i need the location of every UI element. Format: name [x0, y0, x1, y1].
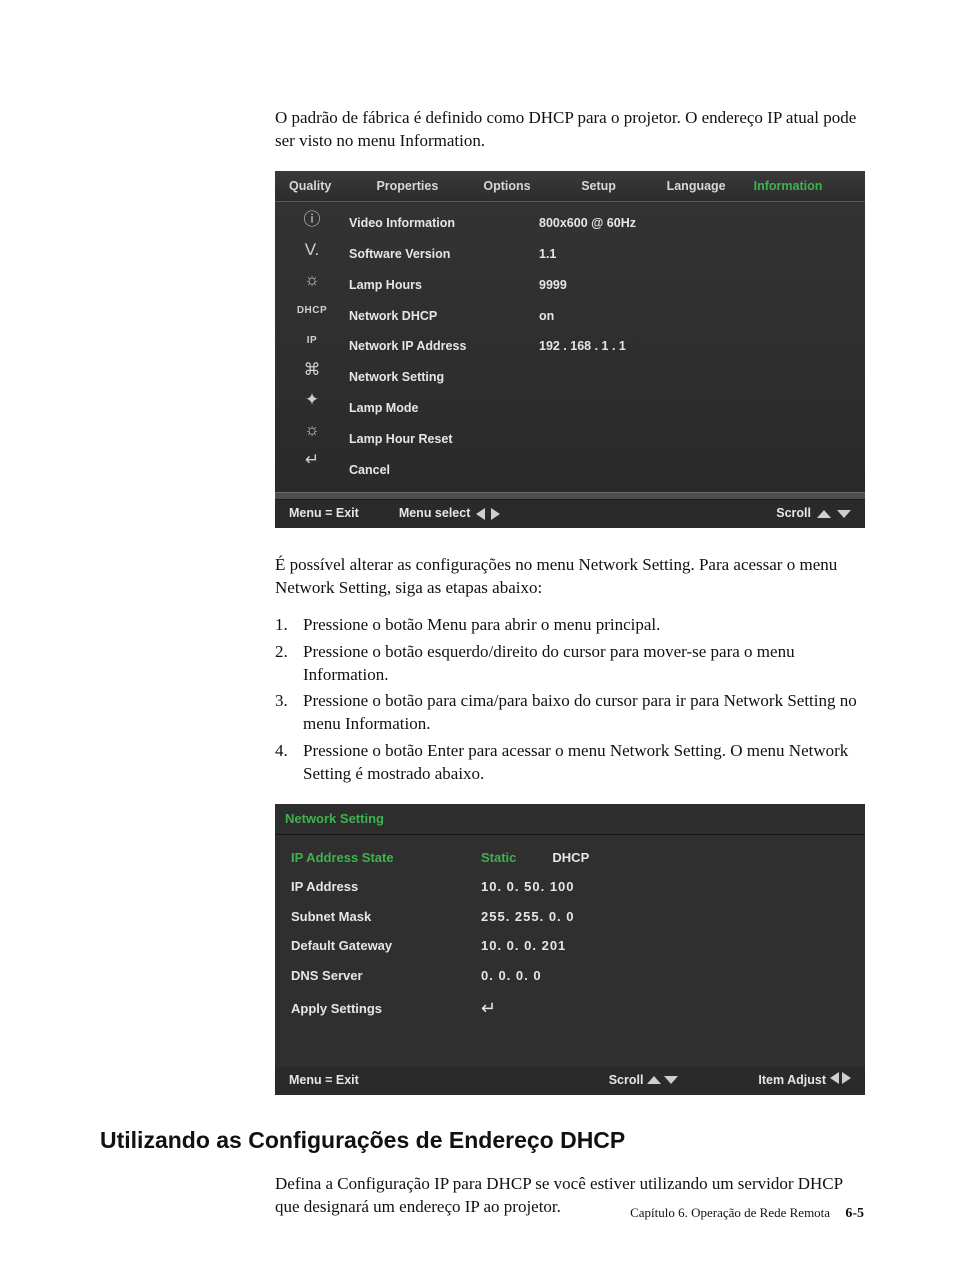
osd-item-label[interactable]: Video Information — [349, 208, 539, 239]
osd-item-value — [539, 393, 865, 424]
steps-list: 1. Pressione o botão Menu para abrir o me… — [275, 614, 864, 787]
triangle-up-icon — [817, 510, 831, 518]
row-subnet-mask[interactable]: Subnet Mask 255. 255. 0. 0 — [291, 902, 849, 932]
status-scroll: Scroll — [609, 1073, 644, 1087]
row-value: 10. 0. 50. 100 — [481, 878, 575, 896]
step-text: Pressione o botão para cima/para baixo d… — [303, 690, 864, 736]
row-value: 0. 0. 0. 0 — [481, 967, 542, 985]
triangle-down-icon — [664, 1076, 678, 1084]
dhcp-icon: DHCP — [300, 300, 324, 322]
osd-item-label[interactable]: Lamp Hours — [349, 270, 539, 301]
enter-icon: ↵ — [481, 996, 497, 1020]
info-icon: ⓘ — [300, 210, 324, 232]
status-exit: Menu = Exit — [289, 505, 359, 522]
option-dhcp[interactable]: DHCP — [552, 849, 589, 867]
row-label: Subnet Mask — [291, 908, 481, 926]
osd-item-value: 9999 — [539, 270, 865, 301]
osd-items: Video Information800x600 @ 60Hz Software… — [349, 202, 865, 492]
step-number: 1. — [275, 614, 293, 637]
triangle-right-icon — [491, 508, 500, 520]
osd-item-value — [539, 424, 865, 455]
osd-information-menu: Quality Properties Options Setup Languag… — [275, 171, 865, 528]
osd-tabs: Quality Properties Options Setup Languag… — [275, 171, 865, 202]
row-dns-server[interactable]: DNS Server 0. 0. 0. 0 — [291, 961, 849, 991]
osd-item-label[interactable]: Lamp Hour Reset — [349, 424, 539, 455]
step-number: 2. — [275, 641, 293, 687]
tab-quality[interactable]: Quality — [275, 171, 345, 201]
page-footer: Capítulo 6. Operação de Rede Remota 6-5 — [630, 1204, 864, 1224]
row-value: 255. 255. 0. 0 — [481, 908, 575, 926]
osd-item-label[interactable]: Network Setting — [349, 362, 539, 393]
row-label: IP Address — [291, 878, 481, 896]
ip-icon: IP — [300, 330, 324, 352]
footer-page-number: 6-5 — [845, 1206, 864, 1221]
triangle-down-icon — [837, 510, 851, 518]
row-label: IP Address State — [291, 849, 481, 867]
row-ip-address-state[interactable]: IP Address State Static DHCP — [291, 843, 849, 873]
osd-item-label[interactable]: Cancel — [349, 455, 539, 486]
triangle-right-icon — [842, 1072, 851, 1084]
tab-properties[interactable]: Properties — [345, 171, 469, 201]
row-label: DNS Server — [291, 967, 481, 985]
option-static[interactable]: Static — [481, 849, 516, 867]
osd-item-label[interactable]: Lamp Mode — [349, 393, 539, 424]
row-apply-settings[interactable]: Apply Settings ↵ — [291, 990, 849, 1026]
osd2-title: Network Setting — [275, 804, 865, 835]
triangle-up-icon — [647, 1076, 661, 1084]
osd-item-value: on — [539, 301, 865, 332]
osd-network-setting: Network Setting IP Address State Static … — [275, 804, 865, 1095]
status-exit: Menu = Exit — [289, 1073, 359, 1087]
osd-item-label[interactable]: Software Version — [349, 239, 539, 270]
intro-paragraph: O padrão de fábrica é definido como DHCP… — [275, 107, 864, 153]
osd2-statusbar: Menu = Exit Scroll Item Adjust — [275, 1067, 865, 1095]
row-label: Apply Settings — [291, 1000, 481, 1018]
step-number: 3. — [275, 690, 293, 736]
status-select: Menu select — [399, 505, 471, 522]
section-heading: Utilizando as Configurações de Endereço … — [100, 1125, 864, 1156]
return-icon: ↵ — [300, 450, 324, 472]
tab-language[interactable]: Language — [653, 171, 740, 201]
tab-options[interactable]: Options — [469, 171, 544, 201]
triangle-left-icon — [476, 508, 485, 520]
row-default-gateway[interactable]: Default Gateway 10. 0. 0. 201 — [291, 931, 849, 961]
osd-item-value — [539, 455, 865, 486]
tab-information[interactable]: Information — [740, 171, 837, 201]
row-ip-address[interactable]: IP Address 10. 0. 50. 100 — [291, 872, 849, 902]
osd-icon-column: ⓘ V. ☼ DHCP IP ⌘ ✦ ☼ ↵ — [275, 202, 349, 492]
tab-setup[interactable]: Setup — [545, 171, 653, 201]
step-number: 4. — [275, 740, 293, 786]
status-scroll: Scroll — [776, 505, 811, 522]
version-icon: V. — [300, 240, 324, 262]
footer-chapter: Capítulo 6. Operação de Rede Remota — [630, 1205, 830, 1220]
network-icon: ⌘ — [300, 360, 324, 382]
lamp-icon: ☼ — [300, 270, 324, 292]
osd-item-label[interactable]: Network IP Address — [349, 331, 539, 362]
lampreset-icon: ☼ — [300, 420, 324, 442]
osd-item-value: 1.1 — [539, 239, 865, 270]
osd-item-value: 192 . 168 . 1 . 1 — [539, 331, 865, 362]
osd-item-value — [539, 362, 865, 393]
osd-statusbar: Menu = Exit Menu select Scroll — [275, 500, 865, 528]
row-value: 10. 0. 0. 201 — [481, 937, 566, 955]
triangle-left-icon — [830, 1072, 839, 1084]
osd-item-value: 800x600 @ 60Hz — [539, 208, 865, 239]
step-text: Pressione o botão Menu para abrir o menu… — [303, 614, 660, 637]
step-text: Pressione o botão esquerdo/direito do cu… — [303, 641, 864, 687]
row-label: Default Gateway — [291, 937, 481, 955]
mid-paragraph: É possível alterar as configurações no m… — [275, 554, 864, 600]
lampmode-icon: ✦ — [300, 390, 324, 412]
step-text: Pressione o botão Enter para acessar o m… — [303, 740, 864, 786]
status-adjust: Item Adjust — [758, 1073, 826, 1087]
osd-item-label[interactable]: Network DHCP — [349, 301, 539, 332]
